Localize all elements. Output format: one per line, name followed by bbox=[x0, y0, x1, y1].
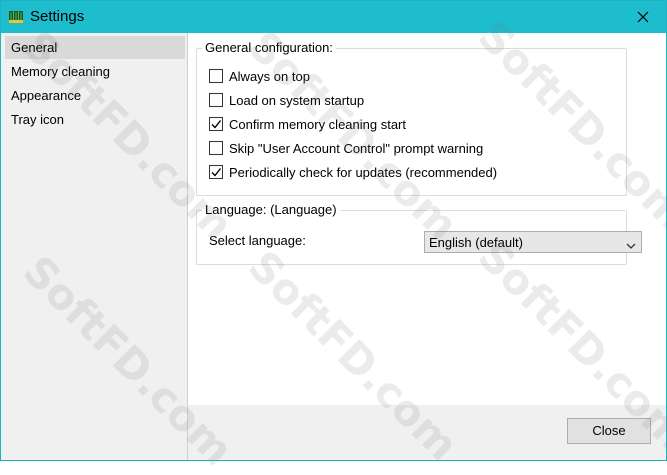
chevron-down-icon bbox=[626, 238, 636, 253]
option-confirm-cleaning[interactable]: Confirm memory cleaning start bbox=[209, 115, 406, 133]
checkmark-icon bbox=[211, 168, 222, 177]
checkmark-icon bbox=[211, 120, 222, 129]
settings-window: Settings General Memory cleaning Appeara… bbox=[0, 0, 667, 475]
checkbox[interactable] bbox=[209, 165, 223, 179]
close-icon[interactable] bbox=[620, 1, 666, 33]
checkbox[interactable] bbox=[209, 117, 223, 131]
sidebar: General Memory cleaning Appearance Tray … bbox=[1, 33, 187, 460]
option-skip-uac-warning[interactable]: Skip "User Account Control" prompt warni… bbox=[209, 139, 483, 157]
group-legend: General configuration: bbox=[202, 40, 336, 56]
close-button[interactable]: Close bbox=[567, 418, 651, 444]
checkbox[interactable] bbox=[209, 93, 223, 107]
option-label: Confirm memory cleaning start bbox=[229, 116, 406, 132]
option-label: Skip "User Account Control" prompt warni… bbox=[229, 140, 484, 156]
option-label: Periodically check for updates (recommen… bbox=[229, 164, 498, 180]
option-load-on-startup[interactable]: Load on system startup bbox=[209, 91, 364, 109]
sidebar-item-general[interactable]: General bbox=[5, 36, 185, 59]
checkbox[interactable] bbox=[209, 141, 223, 155]
general-configuration-group: General configuration: Always on top Loa… bbox=[196, 40, 627, 196]
checkbox[interactable] bbox=[209, 69, 223, 83]
window-title: Settings bbox=[30, 8, 85, 25]
selected-language: English (default) bbox=[429, 235, 523, 250]
settings-content: General configuration: Always on top Loa… bbox=[188, 33, 666, 405]
title-bar[interactable]: Settings bbox=[1, 1, 666, 33]
option-check-updates[interactable]: Periodically check for updates (recommen… bbox=[209, 163, 497, 181]
group-legend: Language: (Language) bbox=[202, 202, 340, 218]
memory-cleaner-app-icon bbox=[9, 10, 23, 24]
select-language-label: Select language: bbox=[209, 233, 306, 248]
option-label: Load on system startup bbox=[229, 92, 365, 108]
sidebar-item-tray-icon[interactable]: Tray icon bbox=[5, 108, 185, 131]
language-group: Language: (Language) Select language: En… bbox=[196, 202, 642, 265]
sidebar-item-memory-cleaning[interactable]: Memory cleaning bbox=[5, 60, 185, 83]
footer: Close bbox=[188, 405, 666, 460]
language-select[interactable]: English (default) bbox=[424, 231, 642, 253]
option-label: Always on top bbox=[229, 68, 310, 84]
sidebar-item-appearance[interactable]: Appearance bbox=[5, 84, 185, 107]
option-always-on-top[interactable]: Always on top bbox=[209, 67, 310, 85]
